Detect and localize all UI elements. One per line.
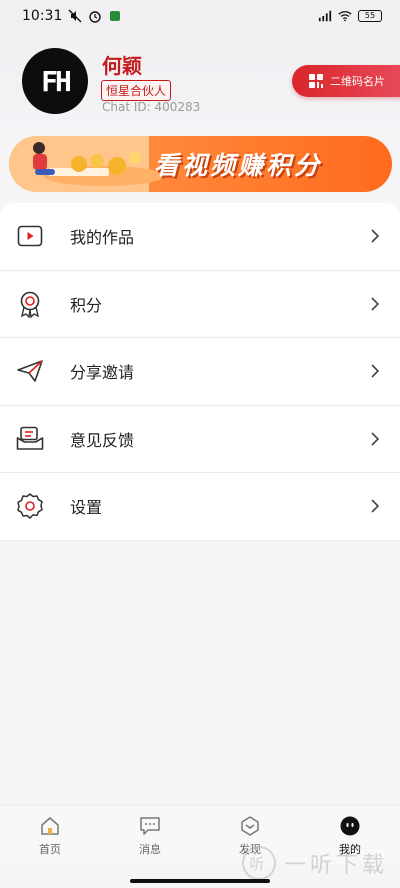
profile-header: FH 何颖 恒星合伙人 Chat ID: 400283 二维码名片 (0, 32, 400, 132)
profile-face-icon (339, 815, 361, 837)
profile-menu: 我的作品 积分 分享邀请 意见反馈 设置 (0, 203, 400, 541)
watermark-logo-icon: 听 (241, 846, 276, 880)
home-icon (39, 815, 61, 837)
cellular-signal-icon (318, 9, 332, 23)
video-play-icon (16, 222, 44, 250)
chevron-right-icon (370, 363, 380, 379)
menu-item-share-invite[interactable]: 分享邀请 (0, 338, 400, 406)
battery-icon: 55 (358, 10, 382, 22)
wifi-icon (338, 9, 352, 23)
feedback-box-icon (16, 425, 44, 453)
medal-icon (16, 290, 44, 318)
avatar[interactable]: FH (22, 48, 88, 114)
chevron-right-icon (370, 296, 380, 312)
qr-code-icon (308, 73, 324, 89)
chat-id: Chat ID: 400283 (102, 100, 201, 114)
menu-item-my-works[interactable]: 我的作品 (0, 203, 400, 271)
mute-icon (68, 9, 82, 23)
tab-messages[interactable]: 消息 (100, 806, 200, 865)
chevron-right-icon (370, 228, 380, 244)
menu-label: 积分 (70, 295, 103, 315)
chat-bubble-icon (139, 815, 161, 837)
menu-item-feedback[interactable]: 意见反馈 (0, 406, 400, 473)
menu-label: 意见反馈 (70, 430, 135, 450)
watch-video-earn-points-banner[interactable]: 看视频赚积分 (9, 136, 392, 192)
discover-icon (239, 815, 261, 837)
menu-item-points[interactable]: 积分 (0, 271, 400, 338)
alarm-icon (88, 9, 102, 23)
menu-label: 分享邀请 (70, 363, 135, 383)
paper-plane-icon (16, 357, 44, 385)
qr-code-card-button[interactable]: 二维码名片 (292, 65, 400, 97)
profile-name: 何颖 (102, 54, 142, 78)
status-time: 10:31 (22, 8, 63, 24)
app-notification-icon (108, 9, 122, 23)
site-watermark: 听 一听下载 (241, 846, 388, 880)
status-bar: 10:31 55 (0, 0, 400, 32)
avatar-logo: FH (41, 64, 72, 98)
chevron-right-icon (370, 431, 380, 447)
banner-title: 看视频赚积分 (154, 151, 323, 180)
menu-label: 设置 (70, 498, 103, 518)
member-badge: 恒星合伙人 (101, 80, 172, 101)
qr-button-label: 二维码名片 (330, 75, 385, 88)
menu-item-settings[interactable]: 设置 (0, 473, 400, 541)
menu-label: 我的作品 (70, 228, 135, 248)
tab-label: 消息 (139, 842, 161, 856)
tab-home[interactable]: 首页 (0, 806, 100, 865)
home-indicator[interactable] (130, 879, 270, 883)
gear-icon (16, 492, 44, 520)
tab-label: 首页 (39, 842, 61, 856)
watermark-text: 一听下载 (283, 853, 388, 878)
chevron-right-icon (370, 498, 380, 514)
